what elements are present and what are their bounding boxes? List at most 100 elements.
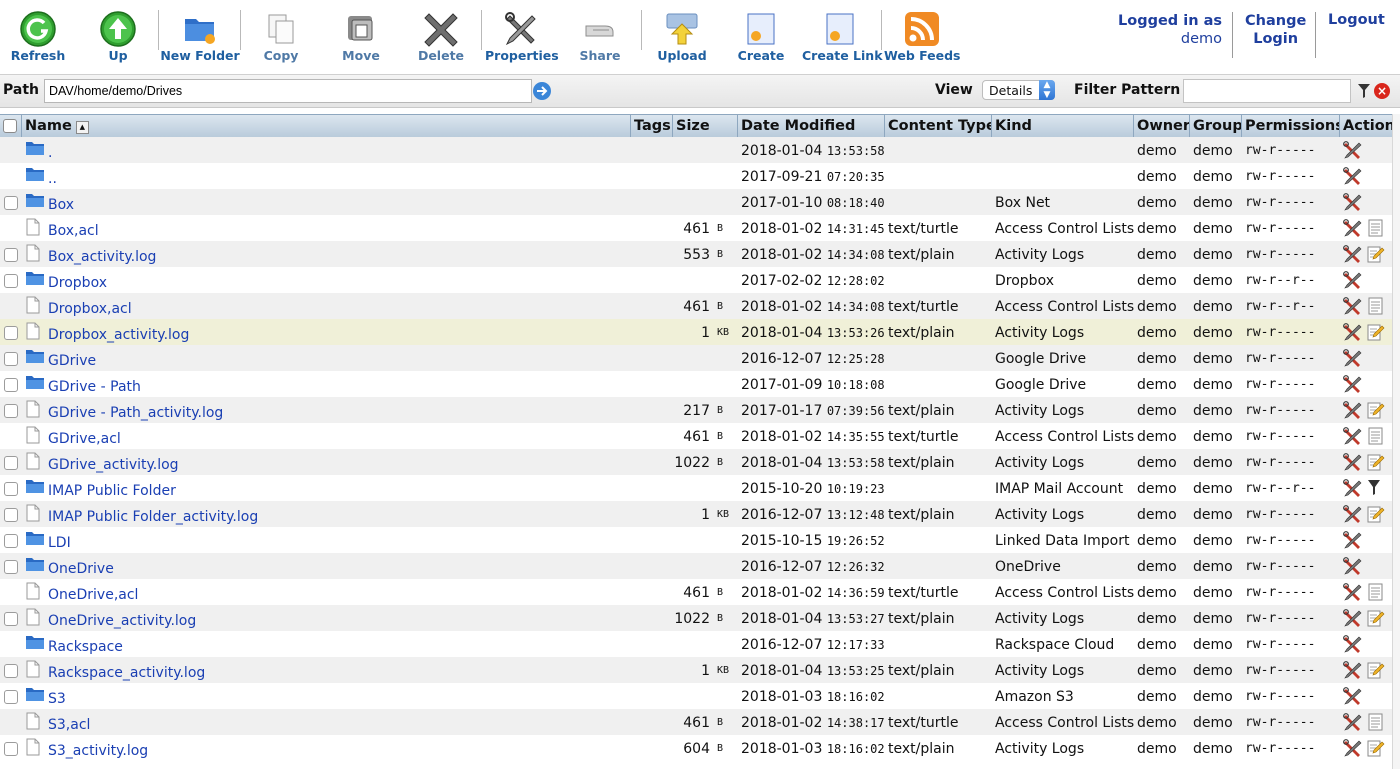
view-action-icon[interactable] xyxy=(1367,219,1385,237)
properties-action-icon[interactable] xyxy=(1343,167,1363,185)
file-name-link[interactable]: Dropbox xyxy=(48,269,107,295)
edit-action-icon[interactable] xyxy=(1367,609,1385,627)
table-row[interactable]: Rackspace 2016-12-07 12:17:33 Rackspace Cl… xyxy=(0,631,1392,657)
properties-action-icon[interactable] xyxy=(1343,323,1363,341)
file-name-link[interactable]: OneDrive xyxy=(48,555,114,581)
row-checkbox[interactable] xyxy=(4,482,18,496)
row-checkbox[interactable] xyxy=(4,508,18,522)
table-row[interactable]: Rackspace_activity.log 1 KB 2018-01-04 13:5… xyxy=(0,657,1392,683)
table-row[interactable]: S3,acl 461 B 2018-01-02 14:38:17 text/turtle… xyxy=(0,709,1392,735)
edit-action-icon[interactable] xyxy=(1367,505,1385,523)
edit-action-icon[interactable] xyxy=(1367,453,1385,471)
file-name-link[interactable]: . xyxy=(48,139,52,165)
column-header-content-type[interactable]: Content Type xyxy=(885,115,992,137)
new-folder-button[interactable]: New Folder xyxy=(160,8,240,68)
row-checkbox[interactable] xyxy=(4,612,18,626)
file-name-link[interactable]: GDrive - Path_activity.log xyxy=(48,399,223,425)
file-name-link[interactable]: GDrive xyxy=(48,347,96,373)
edit-action-icon[interactable] xyxy=(1367,661,1385,679)
properties-action-icon[interactable] xyxy=(1343,245,1363,263)
refresh-button[interactable]: Refresh xyxy=(6,8,70,68)
file-name-link[interactable]: LDI xyxy=(48,529,71,555)
edit-action-icon[interactable] xyxy=(1367,401,1385,419)
table-row[interactable]: Box_activity.log 553 B 2018-01-02 14:34:08 t… xyxy=(0,241,1392,267)
row-checkbox[interactable] xyxy=(4,664,18,678)
properties-action-icon[interactable] xyxy=(1343,401,1363,419)
properties-action-icon[interactable] xyxy=(1343,531,1363,549)
sort-ascending-icon[interactable]: ▲ xyxy=(75,121,89,134)
row-checkbox[interactable] xyxy=(4,690,18,704)
filter-input[interactable] xyxy=(1183,79,1351,103)
file-name-link[interactable]: GDrive,acl xyxy=(48,425,121,451)
properties-action-icon[interactable] xyxy=(1343,193,1363,211)
file-name-link[interactable]: OneDrive,acl xyxy=(48,581,138,607)
view-action-icon[interactable] xyxy=(1367,297,1385,315)
view-select[interactable]: Details ▲ ▼ xyxy=(982,80,1055,100)
select-all-checkbox[interactable] xyxy=(3,119,17,133)
file-name-link[interactable]: OneDrive_activity.log xyxy=(48,607,196,633)
file-name-link[interactable]: Box,acl xyxy=(48,217,99,243)
row-checkbox[interactable] xyxy=(4,404,18,418)
table-row[interactable]: OneDrive_activity.log 1022 B 2018-01-04 13:… xyxy=(0,605,1392,631)
file-name-link[interactable]: Dropbox_activity.log xyxy=(48,321,189,347)
row-checkbox[interactable] xyxy=(4,742,18,756)
share-button[interactable]: Share xyxy=(570,8,630,68)
create-button[interactable]: Create xyxy=(730,8,792,68)
table-row[interactable]: S3_activity.log 604 B 2018-01-03 18:16:02 te… xyxy=(0,735,1392,761)
table-row[interactable]: .. 2017-09-21 07:20:35 demo demo rw-r----- xyxy=(0,163,1392,189)
filter-action-icon[interactable] xyxy=(1367,479,1385,497)
row-checkbox[interactable] xyxy=(4,560,18,574)
properties-action-icon[interactable] xyxy=(1343,687,1363,705)
edit-action-icon[interactable] xyxy=(1367,739,1385,757)
table-row[interactable]: OneDrive,acl 461 B 2018-01-02 14:36:59 text/… xyxy=(0,579,1392,605)
column-header-name[interactable]: Name ▲ xyxy=(22,115,631,137)
table-row[interactable]: OneDrive 2016-12-07 12:26:32 OneDrive demo d… xyxy=(0,553,1392,579)
column-header-size[interactable]: Size xyxy=(673,115,738,137)
view-action-icon[interactable] xyxy=(1367,583,1385,601)
column-header-group[interactable]: Group xyxy=(1190,115,1242,137)
row-checkbox[interactable] xyxy=(4,352,18,366)
change-login-link[interactable]: Change Login xyxy=(1245,12,1306,48)
properties-action-icon[interactable] xyxy=(1343,349,1363,367)
file-name-link[interactable]: Rackspace_activity.log xyxy=(48,659,205,685)
clear-filter-icon[interactable]: × xyxy=(1374,83,1390,99)
properties-action-icon[interactable] xyxy=(1343,661,1363,679)
table-row[interactable]: IMAP Public Folder 2015-10-20 10:19:23 IMA… xyxy=(0,475,1392,501)
view-action-icon[interactable] xyxy=(1367,713,1385,731)
path-input[interactable] xyxy=(44,79,532,103)
properties-action-icon[interactable] xyxy=(1343,505,1363,523)
edit-action-icon[interactable] xyxy=(1367,323,1385,341)
table-row[interactable]: GDrive - Path 2017-01-09 10:18:08 Google D… xyxy=(0,371,1392,397)
properties-action-icon[interactable] xyxy=(1343,141,1363,159)
row-checkbox[interactable] xyxy=(4,326,18,340)
column-header-tags[interactable]: Tags xyxy=(631,115,673,137)
column-header-kind[interactable]: Kind xyxy=(992,115,1134,137)
create-link-button[interactable]: Create Link xyxy=(802,8,883,68)
file-name-link[interactable]: S3 xyxy=(48,685,66,711)
move-button[interactable]: Move xyxy=(330,8,392,68)
properties-action-icon[interactable] xyxy=(1343,557,1363,575)
logout-link[interactable]: Logout xyxy=(1328,12,1385,28)
file-name-link[interactable]: GDrive - Path xyxy=(48,373,141,399)
go-button[interactable] xyxy=(533,82,551,100)
table-row[interactable]: Dropbox_activity.log 1 KB 2018-01-04 13:53:… xyxy=(0,319,1392,345)
column-header-owner[interactable]: Owner xyxy=(1134,115,1190,137)
properties-action-icon[interactable] xyxy=(1343,739,1363,757)
properties-action-icon[interactable] xyxy=(1343,271,1363,289)
file-name-link[interactable]: IMAP Public Folder_activity.log xyxy=(48,503,258,529)
scrollbar[interactable] xyxy=(1392,114,1400,769)
table-row[interactable]: GDrive,acl 461 B 2018-01-02 14:35:55 text/tu… xyxy=(0,423,1392,449)
file-name-link[interactable]: Box xyxy=(48,191,74,217)
up-button[interactable]: Up xyxy=(88,8,148,68)
table-row[interactable]: S3 2018-01-03 18:16:02 Amazon S3 demo demo rw… xyxy=(0,683,1392,709)
properties-action-icon[interactable] xyxy=(1343,635,1363,653)
view-action-icon[interactable] xyxy=(1367,427,1385,445)
row-checkbox[interactable] xyxy=(4,248,18,262)
row-checkbox[interactable] xyxy=(4,378,18,392)
web-feeds-button[interactable]: Web Feeds xyxy=(884,8,961,68)
table-row[interactable]: LDI 2015-10-15 19:26:52 Linked Data Import… xyxy=(0,527,1392,553)
properties-action-icon[interactable] xyxy=(1343,479,1363,497)
table-row[interactable]: GDrive_activity.log 1022 B 2018-01-04 13:53… xyxy=(0,449,1392,475)
file-name-link[interactable]: S3,acl xyxy=(48,711,90,737)
properties-action-icon[interactable] xyxy=(1343,713,1363,731)
